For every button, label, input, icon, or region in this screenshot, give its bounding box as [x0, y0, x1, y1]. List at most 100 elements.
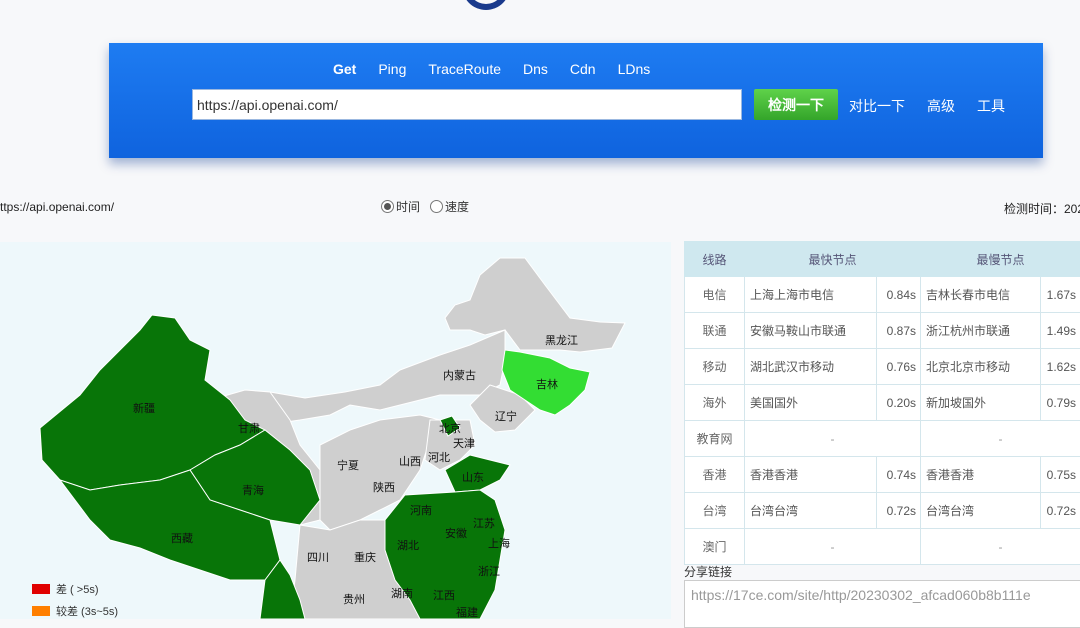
- radio-time-label: 时间: [396, 198, 420, 215]
- slow-time-cell: 1.49s: [1041, 313, 1080, 349]
- legend-item-bad: 差 ( >5s): [32, 578, 118, 600]
- table-header-row: 线路 最快节点 最慢节点: [685, 242, 1080, 277]
- label-ningxia: 宁夏: [337, 457, 359, 473]
- table-row: 澳门--: [685, 529, 1080, 565]
- fast-node-cell: 湖北武汉市移动: [745, 349, 877, 385]
- label-zhejiang: 浙江: [478, 563, 500, 579]
- checked-url: ttps://api.openai.com/: [0, 200, 114, 214]
- table-row: 香港香港香港0.74s香港香港0.75s: [685, 457, 1080, 493]
- label-hebei: 河北: [428, 449, 450, 465]
- slow-node-cell: -: [921, 529, 1080, 565]
- route-cell: 澳门: [685, 529, 745, 565]
- label-anhui: 安徽: [445, 525, 467, 541]
- fast-time-cell: 0.76s: [877, 349, 921, 385]
- table-row: 海外美国国外0.20s新加坡国外0.79s: [685, 385, 1080, 421]
- fast-node-cell: 安徽马鞍山市联通: [745, 313, 877, 349]
- slow-time-cell: 1.67s: [1041, 277, 1080, 313]
- radio-time[interactable]: [381, 200, 394, 213]
- tab-get[interactable]: Get: [333, 61, 356, 77]
- china-map: 黑龙江 吉林 内蒙古 辽宁 北京 天津 甘肃 新疆 宁夏 山西 河北 山东 陕西…: [0, 242, 671, 619]
- mode-tabs: Get Ping TraceRoute Dns Cdn LDns: [333, 61, 672, 77]
- legend-swatch-poor: [32, 606, 50, 616]
- map-svg: [0, 242, 671, 619]
- compare-link[interactable]: 对比一下: [849, 96, 905, 116]
- logo-fragment: [462, 0, 510, 10]
- label-beijing: 北京: [439, 420, 461, 436]
- slow-time-cell: 0.75s: [1041, 457, 1080, 493]
- fast-node-cell: -: [745, 421, 921, 457]
- route-cell: 香港: [685, 457, 745, 493]
- slow-time-cell: 0.72s: [1041, 493, 1080, 529]
- label-qinghai: 青海: [242, 482, 264, 498]
- advanced-link[interactable]: 高级: [927, 96, 955, 116]
- tab-dns[interactable]: Dns: [523, 61, 548, 77]
- label-henan: 河南: [410, 502, 432, 518]
- label-fujian: 福建: [456, 604, 478, 619]
- slow-node-cell: 北京北京市移动: [921, 349, 1041, 385]
- slow-node-cell: 新加坡国外: [921, 385, 1041, 421]
- fast-time-cell: 0.72s: [877, 493, 921, 529]
- legend-swatch-bad: [32, 584, 50, 594]
- route-stats-table: 线路 最快节点 最慢节点 电信上海上海市电信0.84s吉林长春市电信1.67s联…: [684, 241, 1080, 565]
- panel-links: 对比一下 高级 工具: [849, 96, 1027, 116]
- detect-button[interactable]: 检测一下: [754, 89, 838, 120]
- route-cell: 海外: [685, 385, 745, 421]
- tab-traceroute[interactable]: TraceRoute: [428, 61, 501, 77]
- share-link-box[interactable]: https://17ce.com/site/http/20230302_afca…: [684, 580, 1080, 628]
- region-heilongjiang: [445, 258, 625, 352]
- table-row: 联通安徽马鞍山市联通0.87s浙江杭州市联通1.49s: [685, 313, 1080, 349]
- fast-time-cell: 0.87s: [877, 313, 921, 349]
- route-cell: 联通: [685, 313, 745, 349]
- fast-node-cell: 台湾台湾: [745, 493, 877, 529]
- share-label: 分享链接: [684, 563, 732, 580]
- label-xinjiang: 新疆: [133, 400, 155, 416]
- label-heilongjiang: 黑龙江: [545, 332, 578, 348]
- slow-node-cell: 台湾台湾: [921, 493, 1041, 529]
- slow-node-cell: -: [921, 421, 1080, 457]
- header-slowest: 最慢节点: [921, 242, 1080, 277]
- label-tibet: 西藏: [171, 530, 193, 546]
- header-fastest: 最快节点: [745, 242, 921, 277]
- route-cell: 台湾: [685, 493, 745, 529]
- fast-node-cell: 香港香港: [745, 457, 877, 493]
- slow-time-cell: 1.62s: [1041, 349, 1080, 385]
- table-row: 移动湖北武汉市移动0.76s北京北京市移动1.62s: [685, 349, 1080, 385]
- label-shanghai: 上海: [488, 535, 510, 551]
- search-panel: Get Ping TraceRoute Dns Cdn LDns 检测一下 对比…: [109, 43, 1043, 158]
- header-route: 线路: [685, 242, 745, 277]
- slow-node-cell: 浙江杭州市联通: [921, 313, 1041, 349]
- fast-time-cell: 0.74s: [877, 457, 921, 493]
- label-jilin: 吉林: [536, 376, 558, 392]
- route-cell: 电信: [685, 277, 745, 313]
- label-shandong: 山东: [462, 469, 484, 485]
- label-sichuan: 四川: [307, 549, 329, 565]
- slow-node-cell: 吉林长春市电信: [921, 277, 1041, 313]
- route-cell: 移动: [685, 349, 745, 385]
- url-input[interactable]: [192, 89, 742, 120]
- label-tianjin: 天津: [453, 435, 475, 451]
- legend-label-bad: 差 ( >5s): [56, 581, 98, 597]
- fast-node-cell: 美国国外: [745, 385, 877, 421]
- label-hunan: 湖南: [391, 585, 413, 601]
- label-guizhou: 贵州: [343, 591, 365, 607]
- label-chongqing: 重庆: [354, 549, 376, 565]
- tab-ldns[interactable]: LDns: [618, 61, 651, 77]
- label-shaanxi: 陕西: [373, 479, 395, 495]
- label-liaoning: 辽宁: [495, 408, 517, 424]
- table-row: 台湾台湾台湾0.72s台湾台湾0.72s: [685, 493, 1080, 529]
- tab-cdn[interactable]: Cdn: [570, 61, 596, 77]
- tab-ping[interactable]: Ping: [378, 61, 406, 77]
- table-row: 电信上海上海市电信0.84s吉林长春市电信1.67s: [685, 277, 1080, 313]
- display-mode-radios: 时间 速度: [381, 198, 479, 215]
- label-jiangsu: 江苏: [473, 515, 495, 531]
- label-hubei: 湖北: [397, 537, 419, 553]
- label-shanxi: 山西: [399, 453, 421, 469]
- route-cell: 教育网: [685, 421, 745, 457]
- table-row: 教育网--: [685, 421, 1080, 457]
- label-gansu: 甘肃: [238, 420, 260, 436]
- label-inner-mongolia: 内蒙古: [443, 367, 476, 383]
- radio-speed[interactable]: [430, 200, 443, 213]
- tools-link[interactable]: 工具: [977, 96, 1005, 116]
- fast-node-cell: -: [745, 529, 921, 565]
- check-time: 检测时间：202: [1004, 200, 1080, 217]
